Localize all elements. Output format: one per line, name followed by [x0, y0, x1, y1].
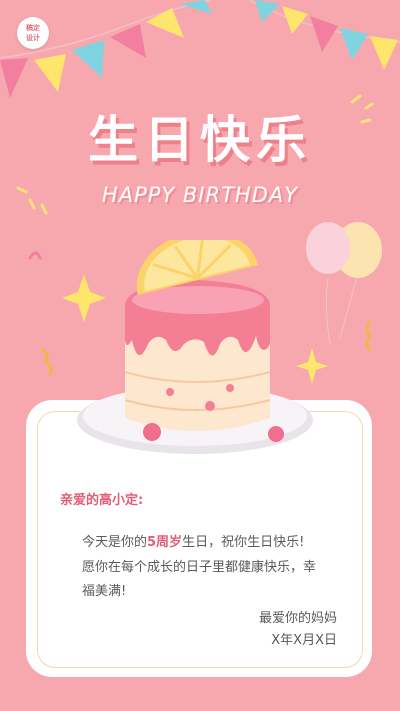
letter-greeting: 亲爱的高小定: — [60, 493, 144, 508]
letter-line-3: 福美满! — [82, 584, 127, 599]
letter-signature: 最爱你的妈妈 — [258, 611, 337, 626]
birthday-cake-illustration — [77, 240, 313, 454]
letter-line-2: 愿你在每个成长的日子里都健康快乐，幸 — [82, 560, 317, 575]
letter-line-1-post: 生日，祝你生日快乐! — [182, 535, 305, 550]
age-highlight: 5周岁 — [147, 535, 183, 550]
letter-line-1-pre: 今天是你的 — [82, 535, 148, 550]
letter-date: X年X月X日 — [271, 633, 337, 648]
birthday-card-page: 稿定 设计 生日快乐 HAPPY BIRTHDAY 亲爱的高小定: 今天是你的5… — [0, 0, 400, 711]
letter-line-1: 今天是你的5周岁生日，祝你生日快乐! — [82, 531, 304, 550]
